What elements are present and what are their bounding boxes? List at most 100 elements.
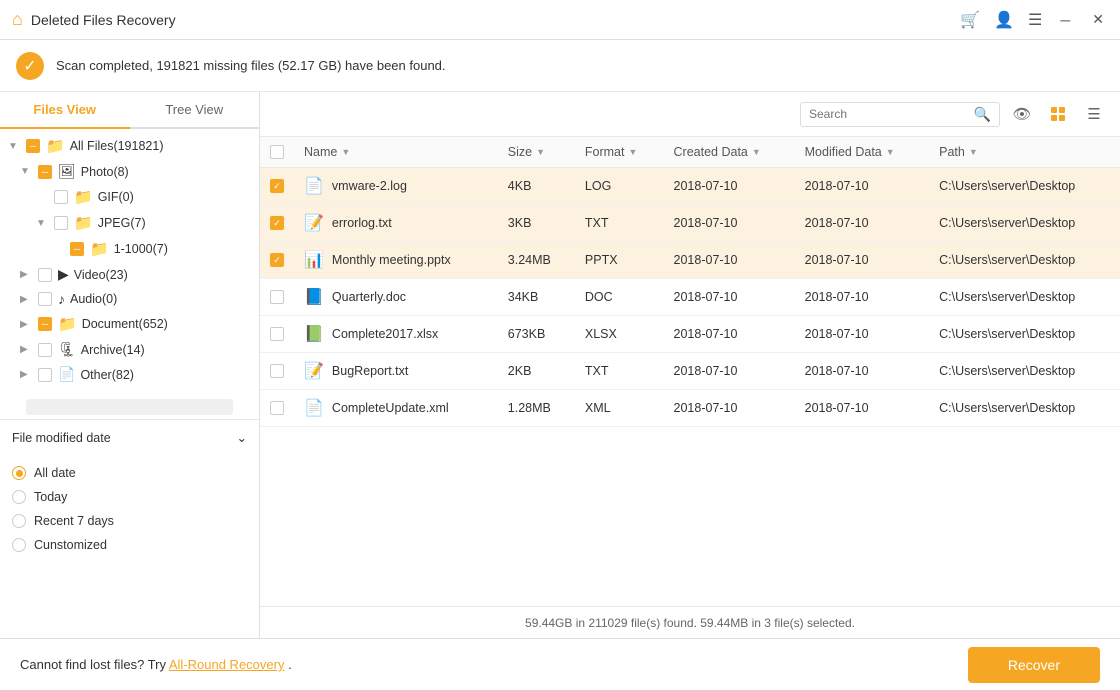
label-video: Video(23): [74, 268, 128, 282]
row-name-5: 📝 BugReport.txt: [294, 353, 498, 390]
file-name-5: BugReport.txt: [332, 364, 408, 378]
search-box[interactable]: 🔍: [800, 102, 1000, 127]
file-type-icon-2: 📊: [304, 250, 324, 270]
tab-tree-view[interactable]: Tree View: [130, 92, 260, 129]
th-size[interactable]: Size▼: [498, 137, 575, 168]
row-modified-6: 2018-07-10: [795, 390, 929, 427]
filter-header[interactable]: File modified date ⌄: [0, 420, 259, 455]
cb-archive[interactable]: [37, 342, 53, 358]
th-path[interactable]: Path▼: [929, 137, 1120, 168]
row-modified-1: 2018-07-10: [795, 205, 929, 242]
th-created[interactable]: Created Data▼: [664, 137, 795, 168]
app-title: Deleted Files Recovery: [31, 12, 176, 28]
content-area: 🔍 👁 ☰: [260, 92, 1120, 638]
th-checkbox[interactable]: [260, 137, 294, 168]
cb-other[interactable]: [37, 367, 53, 383]
row-modified-2: 2018-07-10: [795, 242, 929, 279]
account-icon[interactable]: 👤: [994, 10, 1014, 30]
th-format[interactable]: Format▼: [575, 137, 664, 168]
cb-photo[interactable]: ─: [37, 164, 53, 180]
cb-1-1000[interactable]: ─: [69, 241, 85, 257]
tree-item-document[interactable]: ▶ ─ 📁 Document(652): [0, 311, 259, 337]
row-checkbox-2[interactable]: ✓: [260, 242, 294, 279]
chevron-other: ▶: [20, 369, 32, 380]
grid-view-button[interactable]: [1044, 100, 1072, 128]
minimize-button[interactable]: ─: [1056, 12, 1074, 28]
tree-item-all-files[interactable]: ▼ ─ 📁 All Files(191821): [0, 133, 259, 159]
search-input[interactable]: [809, 107, 968, 121]
row-modified-4: 2018-07-10: [795, 316, 929, 353]
label-1-1000: 1-1000(7): [114, 242, 168, 256]
photo-icon: 🖼: [58, 163, 76, 180]
file-type-icon-6: 📄: [304, 398, 324, 418]
cb-video[interactable]: [37, 267, 53, 283]
row-path-2: C:\Users\server\Desktop: [929, 242, 1120, 279]
radio-recent7[interactable]: [12, 514, 26, 528]
tree-item-video[interactable]: ▶ ▶ Video(23): [0, 262, 259, 287]
row-format-5: TXT: [575, 353, 664, 390]
cb-document[interactable]: ─: [37, 316, 53, 332]
all-round-recovery-link[interactable]: All-Round Recovery: [169, 657, 285, 672]
row-path-6: C:\Users\server\Desktop: [929, 390, 1120, 427]
th-name[interactable]: Name▼: [294, 137, 498, 168]
radio-custom[interactable]: [12, 538, 26, 552]
tree-item-gif[interactable]: 📁 GIF(0): [0, 184, 259, 210]
cart-icon[interactable]: 🛒: [960, 10, 980, 30]
cb-audio[interactable]: [37, 291, 53, 307]
sidebar: Files View Tree View ▼ ─ 📁 All Files(191…: [0, 92, 260, 638]
filter-today[interactable]: Today: [12, 485, 247, 509]
row-checkbox-6[interactable]: [260, 390, 294, 427]
row-checkbox-0[interactable]: ✓: [260, 168, 294, 205]
row-checkbox-5[interactable]: [260, 353, 294, 390]
row-checkbox-4[interactable]: [260, 316, 294, 353]
cb-gif[interactable]: [53, 189, 69, 205]
row-path-3: C:\Users\server\Desktop: [929, 279, 1120, 316]
chevron-audio: ▶: [20, 294, 32, 305]
row-format-6: XML: [575, 390, 664, 427]
file-name-2: Monthly meeting.pptx: [332, 253, 451, 267]
row-checkbox-1[interactable]: ✓: [260, 205, 294, 242]
bottom-after-text: .: [288, 657, 292, 672]
chevron-photo: ▼: [20, 166, 32, 177]
list-view-button[interactable]: ☰: [1080, 100, 1108, 128]
cb-all-files[interactable]: ─: [25, 138, 41, 154]
tab-files-view[interactable]: Files View: [0, 92, 130, 129]
chevron-video: ▶: [20, 269, 32, 280]
row-size-2: 3.24MB: [498, 242, 575, 279]
close-button[interactable]: ✕: [1088, 11, 1108, 28]
radio-all-date[interactable]: [12, 466, 26, 480]
filter-custom[interactable]: Cunstomized: [12, 533, 247, 557]
row-created-0: 2018-07-10: [664, 168, 795, 205]
filter-all-date[interactable]: All date: [12, 461, 247, 485]
row-format-4: XLSX: [575, 316, 664, 353]
cb-jpeg[interactable]: [53, 215, 69, 231]
label-all-date: All date: [34, 466, 76, 480]
row-checkbox-3[interactable]: [260, 279, 294, 316]
status-bar: 59.44GB in 211029 file(s) found. 59.44MB…: [260, 606, 1120, 638]
file-type-icon-5: 📝: [304, 361, 324, 381]
folder-jpeg-icon: 📁: [74, 214, 93, 232]
row-modified-3: 2018-07-10: [795, 279, 929, 316]
filter-recent7[interactable]: Recent 7 days: [12, 509, 247, 533]
file-tree: ▼ ─ 📁 All Files(191821) ▼ ─ 🖼 Photo(8): [0, 129, 259, 391]
tree-item-photo[interactable]: ▼ ─ 🖼 Photo(8): [0, 159, 259, 184]
tree-item-jpeg[interactable]: ▼ 📁 JPEG(7): [0, 210, 259, 236]
tree-item-audio[interactable]: ▶ ♪ Audio(0): [0, 287, 259, 311]
menu-icon[interactable]: ☰: [1028, 10, 1042, 30]
file-name-4: Complete2017.xlsx: [332, 327, 438, 341]
content-toolbar: 🔍 👁 ☰: [260, 92, 1120, 137]
row-name-1: 📝 errorlog.txt: [294, 205, 498, 242]
row-name-3: 📘 Quarterly.doc: [294, 279, 498, 316]
title-bar-actions: 🛒 👤 ☰ ─ ✕: [960, 10, 1108, 30]
radio-today[interactable]: [12, 490, 26, 504]
row-size-4: 673KB: [498, 316, 575, 353]
tree-item-archive[interactable]: ▶ 🗜 Archive(14): [0, 337, 259, 362]
home-icon[interactable]: ⌂: [12, 9, 23, 30]
file-type-icon-3: 📘: [304, 287, 324, 307]
preview-view-button[interactable]: 👁: [1008, 100, 1036, 128]
recover-button[interactable]: Recover: [968, 647, 1100, 683]
tree-item-other[interactable]: ▶ 📄 Other(82): [0, 362, 259, 387]
tree-item-1-1000[interactable]: ─ 📁 1-1000(7): [0, 236, 259, 262]
row-created-4: 2018-07-10: [664, 316, 795, 353]
th-modified[interactable]: Modified Data▼: [795, 137, 929, 168]
